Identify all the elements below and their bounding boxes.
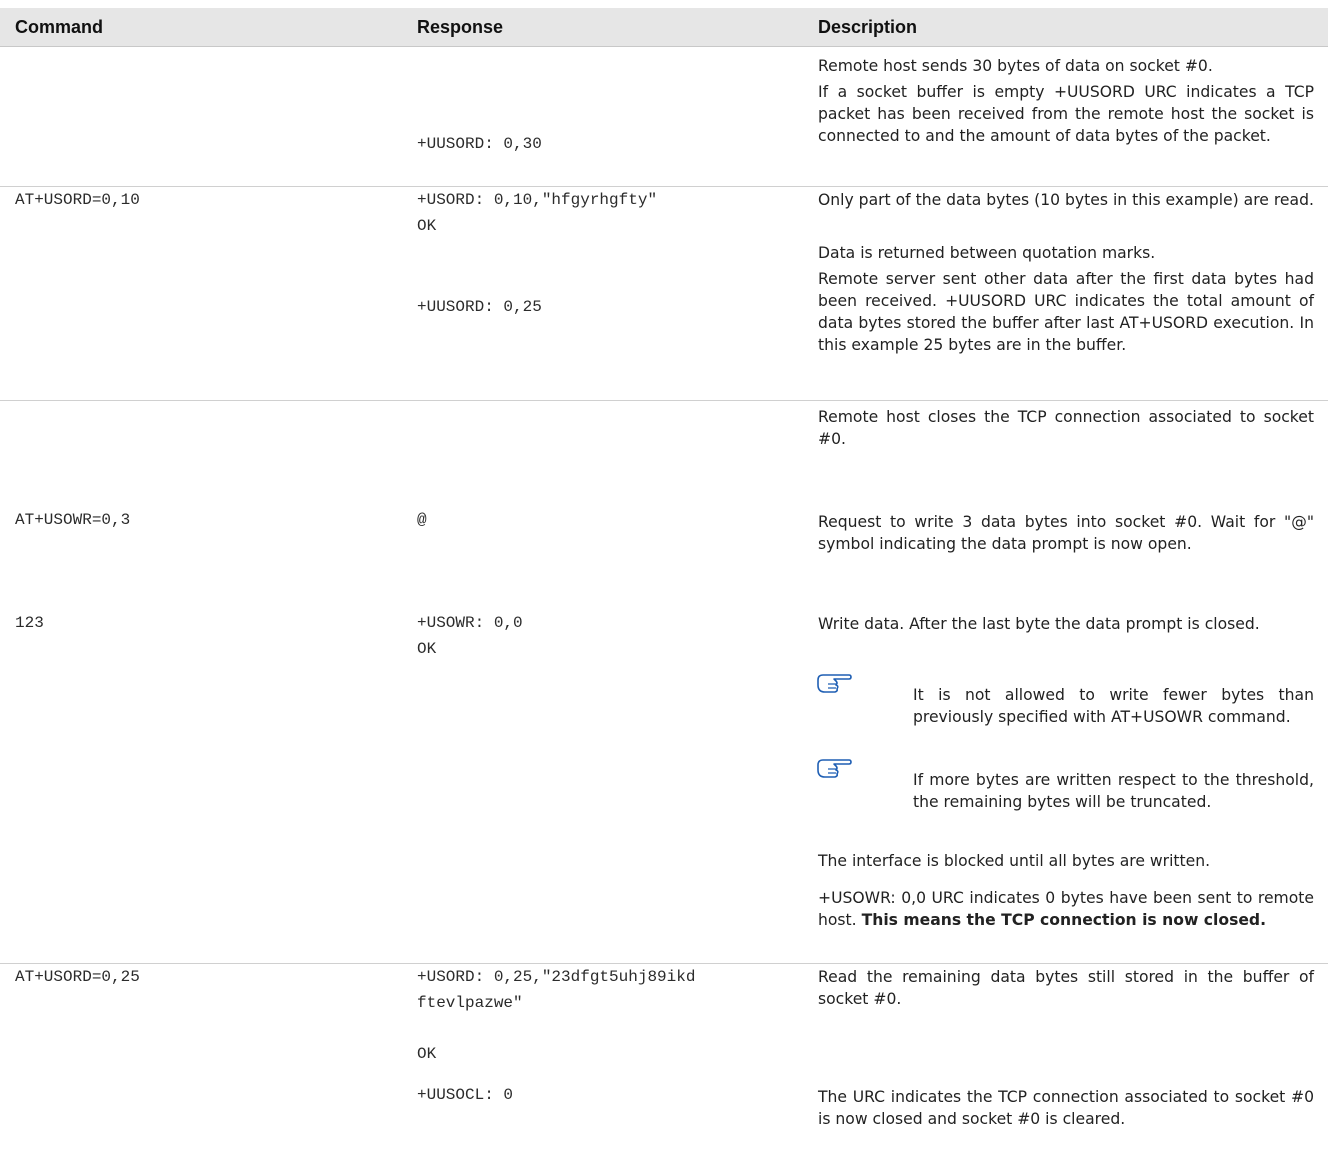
description-text: If a socket buffer is empty +UUSORD URC … (818, 83, 1314, 145)
description-text: Write data. After the last byte the data… (818, 615, 1260, 633)
description-text: The interface is blocked until all bytes… (818, 852, 1211, 870)
response-text: @ (417, 511, 427, 529)
response-text: +UUSORD: 0,25 (417, 298, 542, 316)
pointing-hand-icon (817, 674, 852, 693)
response-text: +USOWR: 0,0 (417, 614, 523, 632)
table-header: Command Response Description (0, 8, 1328, 47)
column-header-command: Command (15, 17, 104, 37)
description-text: Read the remaining data bytes still stor… (818, 968, 1314, 1008)
row-divider (0, 400, 1328, 401)
row-divider (0, 963, 1328, 964)
response-text: OK (417, 640, 437, 658)
description-text-bold: This means the TCP connection is now clo… (861, 911, 1267, 929)
description-text: Remote server sent other data after the … (818, 270, 1314, 354)
description-text: Remote host sends 30 bytes of data on so… (818, 57, 1213, 75)
response-text: ftevlpazwe" (417, 994, 523, 1012)
note-text: It is not allowed to write fewer bytes t… (913, 686, 1314, 726)
column-header-response: Response (417, 17, 504, 37)
response-text: OK (417, 1045, 437, 1063)
response-text: +USORD: 0,10,"hfgyrhgfty" (417, 191, 658, 209)
row-divider (0, 186, 1328, 187)
response-text: OK (417, 217, 437, 235)
command-text: 123 (15, 614, 44, 632)
response-text: +UUSORD: 0,30 (417, 135, 542, 153)
column-header-description: Description (818, 17, 918, 37)
note-text: If more bytes are written respect to the… (913, 771, 1314, 811)
pointing-hand-icon (817, 759, 852, 778)
description-text: The URC indicates the TCP connection ass… (818, 1088, 1314, 1128)
description-text: Remote host closes the TCP connection as… (818, 408, 1314, 448)
description-text: Data is returned between quotation marks… (818, 244, 1156, 262)
description-text: +USOWR: 0,0 URC indicates 0 bytes have b… (818, 887, 1314, 931)
response-text: +UUSOCL: 0 (417, 1086, 514, 1104)
description-text: Only part of the data bytes (10 bytes in… (818, 191, 1314, 209)
response-text: +USORD: 0,25,"23dfgt5uhj89ikd (417, 968, 696, 986)
command-text: AT+USORD=0,10 (15, 191, 140, 209)
command-text: AT+USORD=0,25 (15, 968, 140, 986)
description-text: Request to write 3 data bytes into socke… (818, 513, 1314, 553)
command-text: AT+USOWR=0,3 (15, 511, 131, 529)
